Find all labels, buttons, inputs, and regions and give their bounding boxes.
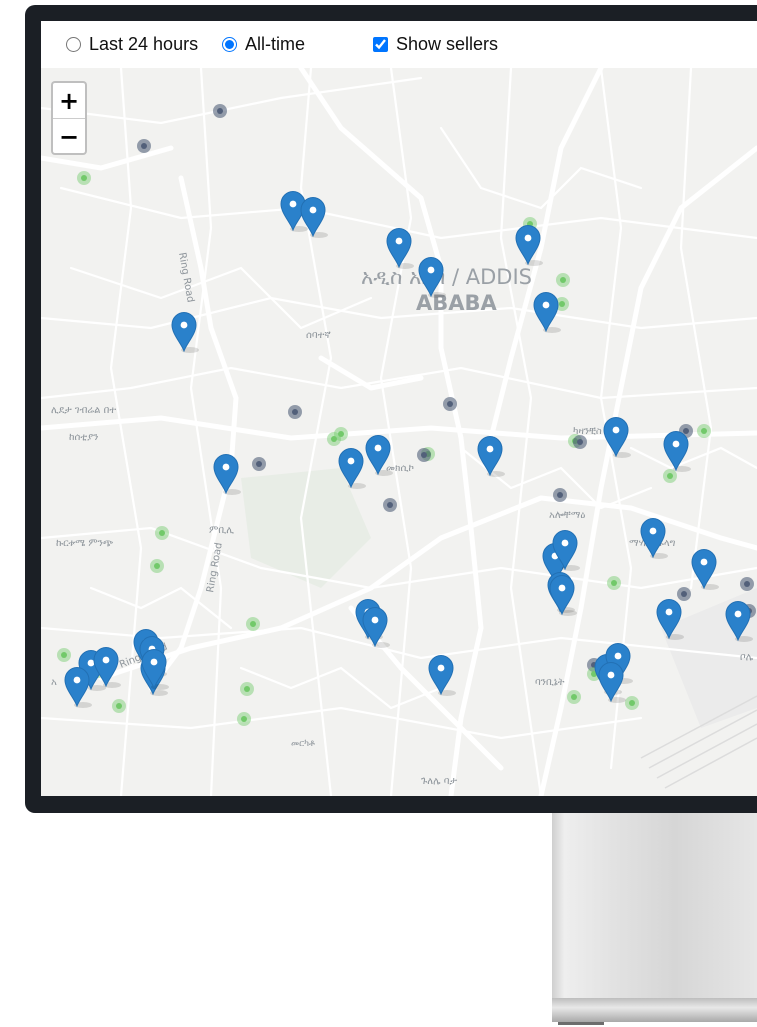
- seller-marker-dot: [683, 428, 689, 434]
- seller-marker-dot: [557, 492, 563, 498]
- all-time-option[interactable]: All-time: [222, 34, 305, 55]
- pin-center-dot: [289, 200, 297, 208]
- pin-center-dot: [347, 457, 355, 465]
- show-sellers-label: Show sellers: [396, 34, 499, 54]
- seller-marker-dot: [577, 439, 583, 445]
- map[interactable]: አዲስ አበባ / ADDIS ABABA Ring Road Ring Roa…: [41, 68, 757, 796]
- seller-marker-dot: [571, 694, 577, 700]
- seller-marker-dot: [141, 143, 147, 149]
- zoom-in-button[interactable]: +: [53, 83, 85, 119]
- monitor-stand-foot: [558, 1022, 604, 1025]
- all-time-label: All-time: [245, 34, 306, 54]
- pin-center-dot: [150, 658, 158, 666]
- seller-marker-dot: [560, 277, 566, 283]
- pin-center-dot: [73, 676, 81, 684]
- pin-center-dot: [558, 584, 566, 592]
- place-label: ሊደታ ገብሬል በተ: [51, 405, 116, 416]
- pin-center-dot: [87, 659, 95, 667]
- map-tiles: አዲስ አበባ / ADDIS ABABA Ring Road Ring Roa…: [41, 68, 757, 796]
- place-label: ቦሌ: [740, 652, 754, 663]
- pin-center-dot: [102, 656, 110, 664]
- last-24-hours-label: Last 24 hours: [89, 34, 199, 54]
- pin-center-dot: [672, 440, 680, 448]
- seller-marker-dot: [154, 563, 160, 569]
- seller-marker-dot: [61, 652, 67, 658]
- pin-center-dot: [309, 206, 317, 214]
- place-label: ምቢሊ: [209, 525, 234, 536]
- seller-marker-dot: [744, 581, 750, 587]
- seller-marker-dot: [116, 703, 122, 709]
- pin-center-dot: [486, 445, 494, 453]
- pin-center-dot: [374, 444, 382, 452]
- pin-center-dot: [542, 301, 550, 309]
- seller-marker-dot: [217, 108, 223, 114]
- show-sellers-checkbox[interactable]: [373, 37, 388, 52]
- seller-marker-dot: [681, 591, 687, 597]
- seller-marker-dot: [81, 175, 87, 181]
- place-label: ከሰቲያን: [69, 432, 98, 443]
- pin-center-dot: [700, 558, 708, 566]
- city-label: አዲስ አበባ / ADDIS: [361, 265, 532, 289]
- place-label: ጉለሌ ባታ: [421, 776, 457, 787]
- pin-center-dot: [222, 463, 230, 471]
- seller-marker-dot: [701, 428, 707, 434]
- pin-center-dot: [734, 610, 742, 618]
- pin-center-dot: [437, 664, 445, 672]
- zoom-control: + −: [51, 81, 87, 155]
- seller-marker-dot: [256, 461, 262, 467]
- seller-marker-dot: [292, 409, 298, 415]
- pin-center-dot: [180, 321, 188, 329]
- seller-marker-dot: [421, 452, 427, 458]
- last-24-hours-radio[interactable]: [66, 37, 81, 52]
- seller-marker-dot: [159, 530, 165, 536]
- pin-center-dot: [427, 266, 435, 274]
- seller-marker-dot: [244, 686, 250, 692]
- pin-center-dot: [612, 426, 620, 434]
- seller-marker-dot: [250, 621, 256, 627]
- seller-marker-dot: [611, 580, 617, 586]
- seller-marker-dot: [387, 502, 393, 508]
- filter-controls: Last 24 hours All-time Show sellers: [41, 21, 757, 68]
- seller-marker-dot: [629, 700, 635, 706]
- monitor-stand-base: [552, 998, 757, 1022]
- all-time-radio[interactable]: [222, 37, 237, 52]
- seller-marker-dot: [667, 473, 673, 479]
- place-label: አሎቸማዕ: [549, 510, 585, 521]
- pin-center-dot: [649, 527, 657, 535]
- place-label: ሰባተኛ: [306, 330, 331, 341]
- screen: Last 24 hours All-time Show sellers አዲስ …: [41, 21, 757, 796]
- seller-marker-dot: [447, 401, 453, 407]
- monitor-stand: [552, 813, 757, 998]
- place-label: መርካቶ: [291, 739, 315, 749]
- seller-marker-dot: [241, 716, 247, 722]
- pin-center-dot: [524, 234, 532, 242]
- pin-center-dot: [395, 237, 403, 245]
- zoom-out-button[interactable]: −: [53, 119, 85, 154]
- place-label: ባንቢኔት: [535, 677, 565, 688]
- show-sellers-option[interactable]: Show sellers: [373, 34, 498, 55]
- pin-center-dot: [665, 608, 673, 616]
- pin-center-dot: [371, 616, 379, 624]
- place-label: አ: [51, 677, 57, 688]
- place-label: ኩርቱሜ ምንጭ: [56, 538, 113, 549]
- seller-marker-dot: [559, 301, 565, 307]
- pin-center-dot: [614, 652, 622, 660]
- seller-marker-dot: [338, 431, 344, 437]
- last-24-hours-option[interactable]: Last 24 hours: [66, 34, 198, 55]
- pin-center-dot: [561, 539, 569, 547]
- pin-center-dot: [607, 671, 615, 679]
